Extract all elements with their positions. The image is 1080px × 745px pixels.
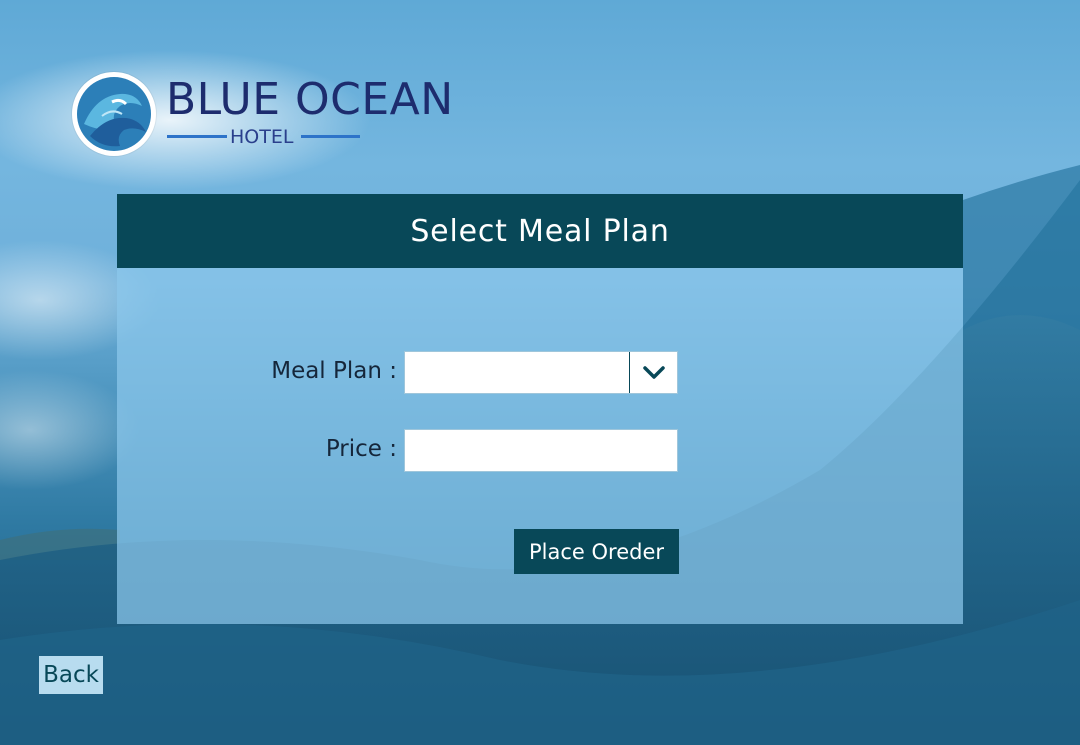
place-order-button[interactable]: Place Oreder xyxy=(514,529,679,574)
price-label: Price : xyxy=(325,436,397,462)
panel-title: Select Meal Plan xyxy=(410,213,670,249)
brand-name: BLUE OCEAN xyxy=(166,74,454,125)
meal-plan-label: Meal Plan : xyxy=(271,358,397,384)
meal-plan-panel: Select Meal Plan Meal Plan : Price : Pla… xyxy=(117,194,963,624)
price-input[interactable] xyxy=(404,429,678,472)
meal-plan-select[interactable] xyxy=(404,351,678,394)
back-button[interactable]: Back xyxy=(39,656,103,694)
panel-header: Select Meal Plan xyxy=(117,194,963,268)
subtitle-line-right xyxy=(301,135,360,138)
hotel-logo: BLUE OCEAN HOTEL xyxy=(72,72,454,162)
chevron-down-icon xyxy=(642,365,665,379)
subtitle-line-left xyxy=(167,135,227,138)
brand-subtitle: HOTEL xyxy=(230,126,294,148)
brand-subtitle-row: HOTEL xyxy=(167,126,360,148)
meal-plan-dropdown-button[interactable] xyxy=(629,352,677,393)
wave-logo-icon xyxy=(72,72,156,156)
